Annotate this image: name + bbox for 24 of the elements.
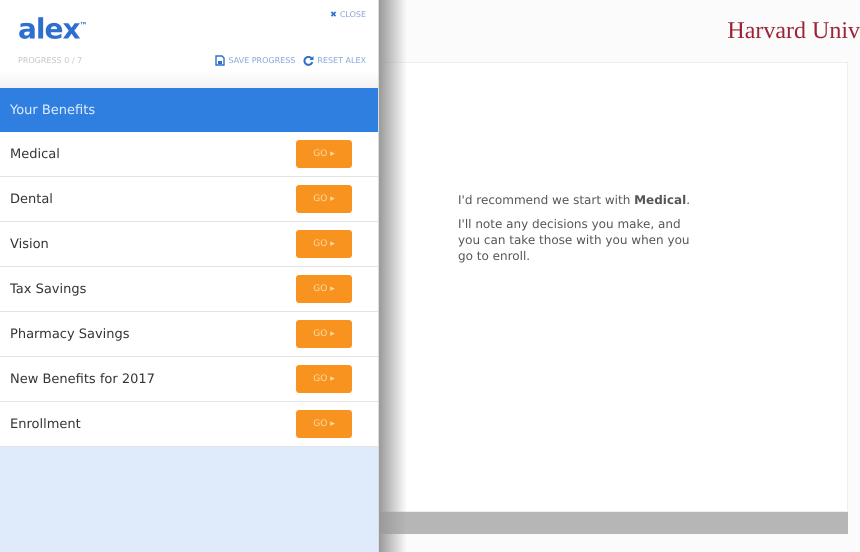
message-text: I'd recommend we start with Medical.	[458, 192, 692, 208]
go-button[interactable]: GO ▸	[296, 320, 352, 348]
go-button[interactable]: GO ▸	[296, 275, 352, 303]
progress-label: PROGRESS 0 / 7	[18, 56, 82, 66]
reset-button[interactable]: RESET ALEX	[303, 55, 366, 66]
close-button[interactable]: ✖ CLOSE	[330, 10, 366, 19]
go-button[interactable]: GO ▸	[296, 230, 352, 258]
go-button[interactable]: GO ▸	[296, 185, 352, 213]
refresh-icon	[303, 55, 314, 66]
alex-logo: alex$^{™}$	[18, 11, 87, 46]
benefit-label: Tax Savings	[10, 282, 86, 296]
benefit-label: Enrollment	[10, 416, 81, 432]
section-header: Your Benefits	[0, 88, 378, 132]
go-button[interactable]: GO ▸	[296, 410, 352, 438]
benefit-label: New Benefits for 2017	[10, 372, 155, 386]
message-text: I'll note any decisions you make, and you can take those with you when you go to enroll.	[458, 216, 691, 264]
save-progress-button[interactable]: SAVE PROGRESS	[215, 55, 296, 66]
benefit-label: Pharmacy Savings	[10, 326, 130, 342]
benefit-label: Dental	[10, 192, 53, 206]
benefit-label: Medical	[10, 146, 60, 162]
university-title: Harvard Univ	[727, 18, 860, 44]
benefit-label: Vision	[10, 236, 49, 252]
go-button[interactable]: GO ▸	[296, 365, 352, 393]
go-button[interactable]: GO ▸	[296, 140, 352, 168]
